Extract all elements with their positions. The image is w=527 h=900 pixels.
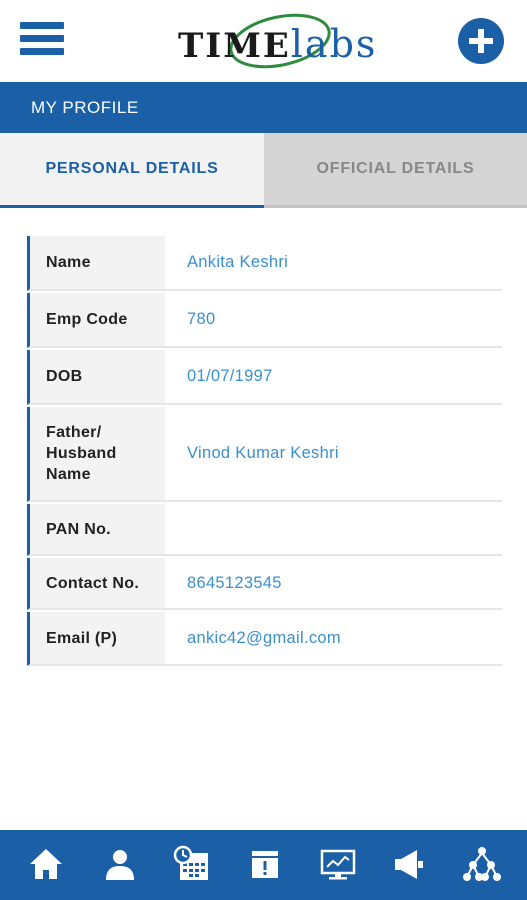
detail-row-dob: DOB 01/07/1997 [27,350,502,405]
detail-label: Email (P) [30,612,165,664]
bottom-navigation [0,830,527,900]
tab-official-details[interactable]: OFFICIAL DETAILS [264,133,527,208]
detail-row-father-husband-name: Father/ Husband Name Vinod Kumar Keshri [27,407,502,502]
detail-row-contact: Contact No. 8645123545 [27,558,502,610]
detail-value [165,504,502,554]
megaphone-icon[interactable] [390,844,430,884]
app-header: TIMElabs [0,0,527,82]
detail-value: Ankita Keshri [165,236,502,289]
detail-row-name: Name Ankita Keshri [27,236,502,291]
detail-row-pan: PAN No. [27,504,502,556]
menu-icon[interactable] [20,22,64,60]
detail-label: Emp Code [30,293,165,346]
timelabs-logo: TIMElabs [178,8,375,74]
org-hierarchy-icon[interactable] [462,844,502,884]
detail-value: Vinod Kumar Keshri [165,407,502,500]
detail-row-email: Email (P) ankic42@gmail.com [27,612,502,666]
page-title-bar: MY PROFILE [0,82,527,133]
profile-tabs: PERSONAL DETAILS OFFICIAL DETAILS [0,133,527,208]
detail-value: ankic42@gmail.com [165,612,502,664]
home-icon[interactable] [26,844,66,884]
detail-label: Father/ Husband Name [30,407,165,500]
personal-details-list: Name Ankita Keshri Emp Code 780 DOB 01/0… [27,236,502,668]
detail-value: 8645123545 [165,558,502,608]
detail-row-emp-code: Emp Code 780 [27,293,502,348]
add-button[interactable] [458,18,504,64]
attendance-calendar-icon[interactable] [172,844,212,884]
detail-value: 780 [165,293,502,346]
page-title: MY PROFILE [31,98,139,117]
alert-calendar-icon[interactable] [245,844,285,884]
detail-label: DOB [30,350,165,403]
detail-label: Contact No. [30,558,165,608]
user-icon[interactable] [100,844,140,884]
detail-label: PAN No. [30,504,165,554]
detail-value: 01/07/1997 [165,350,502,403]
tab-personal-details[interactable]: PERSONAL DETAILS [0,133,264,208]
monitor-chart-icon[interactable] [318,844,358,884]
detail-label: Name [30,236,165,289]
